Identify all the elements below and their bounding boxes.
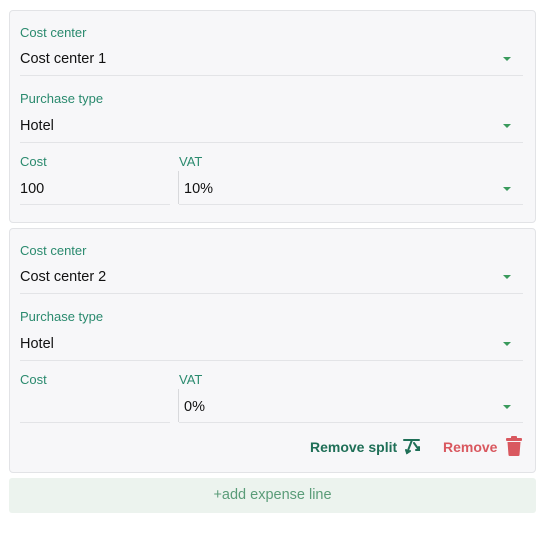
field-underline	[179, 422, 523, 423]
cost-value: 100	[20, 181, 45, 197]
cost-input[interactable]: Cost 100	[20, 144, 170, 206]
add-expense-line-button[interactable]: +add expense line	[9, 478, 536, 513]
cost-input[interactable]: Cost	[20, 362, 170, 424]
purchase-type-label: Purchase type	[20, 309, 104, 324]
vat-label: VAT	[179, 372, 203, 387]
cost-center-select[interactable]: Cost center Cost center 1	[20, 11, 523, 77]
split-card-2: Cost center Cost center 2 Purchase type …	[9, 228, 536, 473]
field-underline	[20, 422, 170, 423]
split-card-1: Cost center Cost center 1 Purchase type …	[9, 10, 536, 223]
chevron-down-icon	[503, 187, 511, 191]
vat-value: 0%	[184, 399, 205, 415]
field-underline	[20, 75, 523, 76]
field-underline	[20, 142, 523, 143]
field-underline	[179, 204, 523, 205]
vat-value: 10%	[184, 181, 214, 197]
field-underline	[20, 360, 523, 361]
purchase-type-value: Hotel	[20, 336, 54, 352]
split-arrows-icon[interactable]	[402, 436, 422, 456]
chevron-down-icon	[503, 342, 511, 346]
field-underline	[20, 293, 523, 294]
remove-button[interactable]: Remove	[443, 439, 497, 455]
chevron-down-icon	[503, 57, 511, 61]
purchase-type-select[interactable]: Purchase type Hotel	[20, 295, 523, 362]
purchase-type-select[interactable]: Purchase type Hotel	[20, 77, 523, 144]
cost-center-select[interactable]: Cost center Cost center 2	[20, 229, 523, 295]
remove-split-button[interactable]: Remove split	[310, 439, 397, 455]
cost-center-label: Cost center	[20, 25, 87, 40]
cost-center-value: Cost center 1	[20, 51, 107, 67]
vat-select[interactable]: VAT 10%	[179, 144, 523, 206]
field-underline	[20, 204, 170, 205]
purchase-type-label: Purchase type	[20, 91, 104, 106]
vat-select[interactable]: VAT 0%	[179, 362, 523, 424]
vat-label: VAT	[179, 154, 203, 169]
purchase-type-value: Hotel	[20, 118, 54, 134]
split-actions: Remove split Remove	[10, 429, 535, 465]
cost-label: Cost	[20, 154, 47, 169]
trash-icon[interactable]	[505, 436, 523, 456]
chevron-down-icon	[503, 275, 511, 279]
chevron-down-icon	[503, 405, 511, 409]
cost-center-value: Cost center 2	[20, 269, 107, 285]
cost-center-label: Cost center	[20, 243, 87, 258]
chevron-down-icon	[503, 124, 511, 128]
cost-label: Cost	[20, 372, 47, 387]
